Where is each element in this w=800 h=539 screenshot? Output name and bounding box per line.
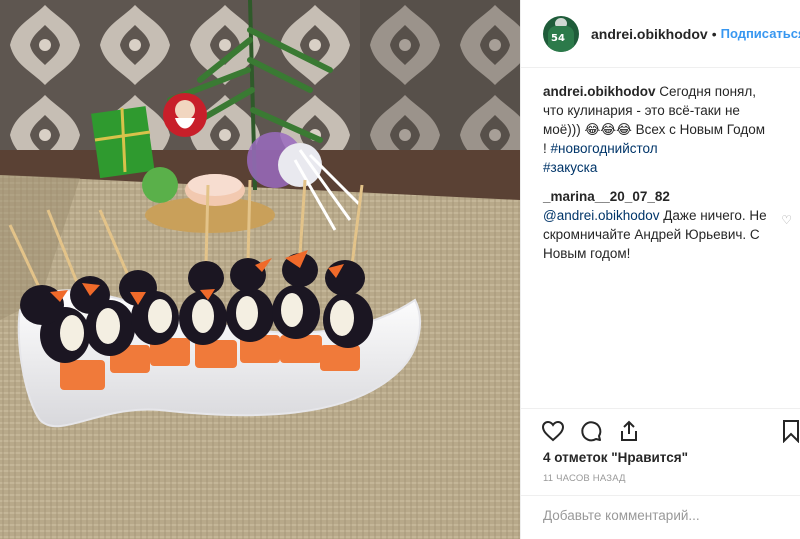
follow-button[interactable]: Подписаться [721, 26, 800, 41]
post-side-panel: 54 andrei.obikhodov • Подписаться andrei… [520, 0, 800, 539]
add-comment-input[interactable]: Добавьте комментарий... [521, 495, 800, 539]
penguin-appetizer-photo [0, 0, 520, 539]
bookmark-icon[interactable] [781, 419, 800, 443]
comment-author[interactable]: _marina__20_07_82 [543, 189, 670, 204]
heart-icon[interactable] [541, 419, 565, 443]
caption-comment: andrei.obikhodov Сегодня понял, что кули… [543, 82, 778, 177]
post-timestamp: 11 ЧАСОВ НАЗАД [543, 473, 626, 484]
small-heart-icon[interactable]: ♡ [781, 211, 792, 230]
header-username[interactable]: andrei.obikhodov [591, 26, 708, 42]
comment-author[interactable]: andrei.obikhodov [543, 84, 656, 99]
hashtag-link[interactable]: #новогоднийстол [551, 141, 658, 156]
mention-link[interactable]: @andrei.obikhodov [543, 208, 660, 223]
hashtag-link[interactable]: #закуска [543, 160, 597, 175]
post-header: 54 andrei.obikhodov • Подписаться [521, 0, 800, 68]
post-photo[interactable] [0, 0, 520, 539]
share-icon[interactable] [617, 419, 641, 443]
header-separator: • [711, 25, 717, 42]
action-bar [521, 408, 800, 452]
likes-count[interactable]: 4 отметок "Нравится" [543, 450, 688, 465]
avatar-number: 54 [551, 32, 565, 44]
comments-list: andrei.obikhodov Сегодня понял, что кули… [521, 68, 800, 263]
comment-bubble-icon[interactable] [579, 419, 603, 443]
list-item: _marina__20_07_82 @andrei.obikhodov Даже… [543, 187, 792, 263]
avatar[interactable]: 54 [543, 15, 579, 52]
